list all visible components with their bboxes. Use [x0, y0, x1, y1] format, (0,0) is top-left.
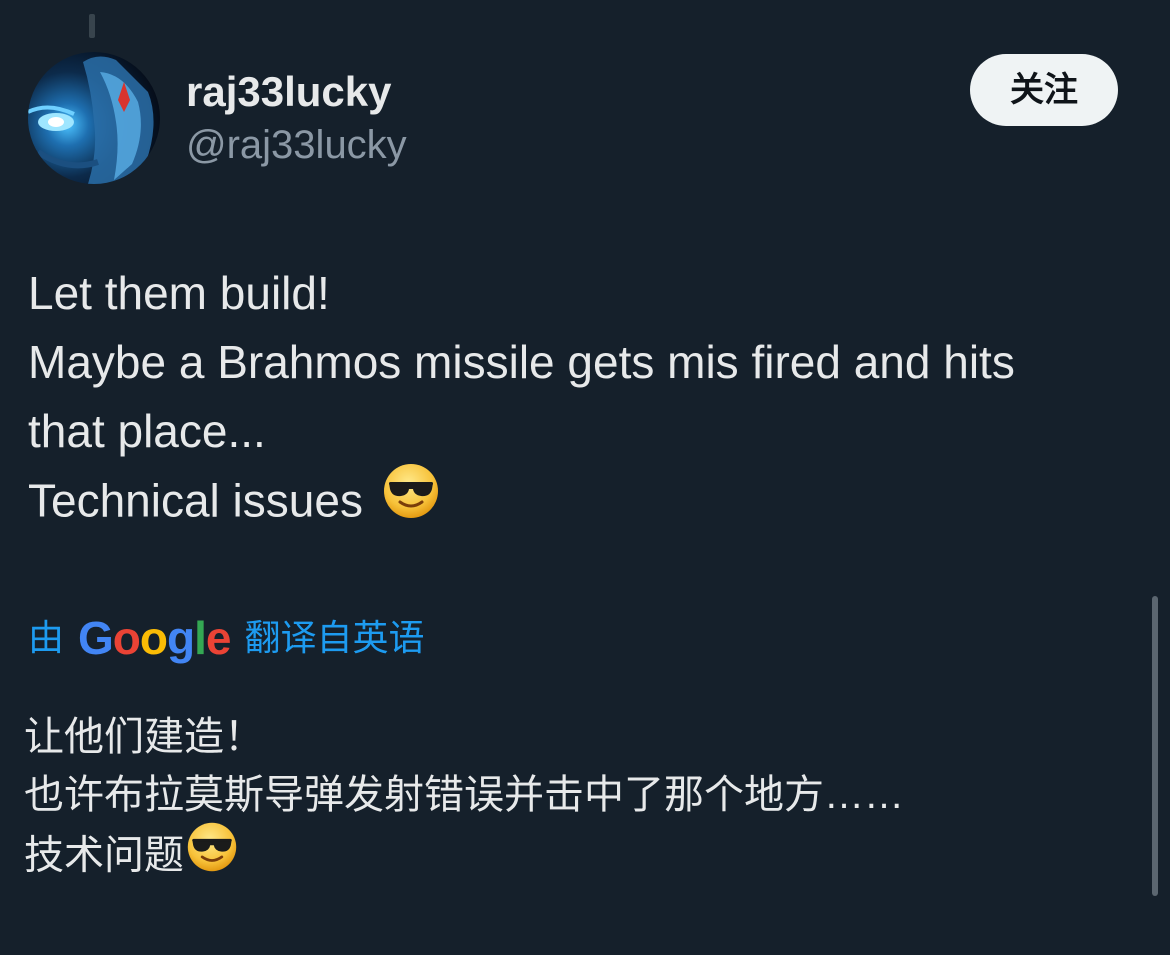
- tweet-line: Maybe a Brahmos missile gets mis fired a…: [28, 336, 1015, 388]
- avatar[interactable]: [28, 52, 160, 184]
- tweet-line-with-emoji: Technical issues: [28, 464, 1138, 543]
- avatar-image: [28, 56, 154, 184]
- smiling-face-with-sunglasses-icon: [186, 821, 238, 889]
- google-logo-letter: G: [78, 612, 114, 664]
- tweet-text: Let them build! Maybe a Brahmos missile …: [28, 259, 1138, 543]
- google-logo-letter: o: [139, 612, 168, 664]
- tweet-line: that place...: [28, 405, 266, 457]
- translated-text: 让他们建造！ 也许布拉莫斯导弹发射错误并击中了那个地方…… 技术问题: [24, 708, 1134, 892]
- thread-connector-line: [89, 14, 95, 38]
- user-handle[interactable]: @raj33lucky: [186, 118, 407, 172]
- smiling-face-with-sunglasses-icon: [382, 462, 440, 539]
- google-logo-letter: g: [167, 612, 195, 664]
- tweet-line: Let them build!: [28, 267, 330, 319]
- translation-suffix: 翻译自英语: [244, 617, 425, 658]
- tweet-line: Technical issues: [28, 474, 363, 527]
- translation-prefix: 由: [28, 617, 65, 658]
- google-logo: Google: [78, 608, 232, 668]
- translated-line: 技术问题: [24, 833, 184, 878]
- google-logo-letter: e: [205, 612, 232, 664]
- google-logo-letter: o: [112, 612, 141, 664]
- user-display-name[interactable]: raj33lucky: [186, 64, 392, 120]
- translated-line-with-emoji: 技术问题: [24, 821, 1134, 892]
- scrollbar[interactable]: [1152, 596, 1158, 896]
- follow-button[interactable]: 关注: [970, 54, 1118, 126]
- translation-attribution[interactable]: 由 Google 翻译自英语: [28, 608, 425, 668]
- google-logo-letter: l: [194, 612, 207, 664]
- tweet-view: raj33lucky @raj33lucky 关注 Let them build…: [0, 0, 1170, 955]
- translated-line: 让他们建造！: [24, 715, 264, 759]
- translated-line: 也许布拉莫斯导弹发射错误并击中了那个地方……: [24, 773, 904, 817]
